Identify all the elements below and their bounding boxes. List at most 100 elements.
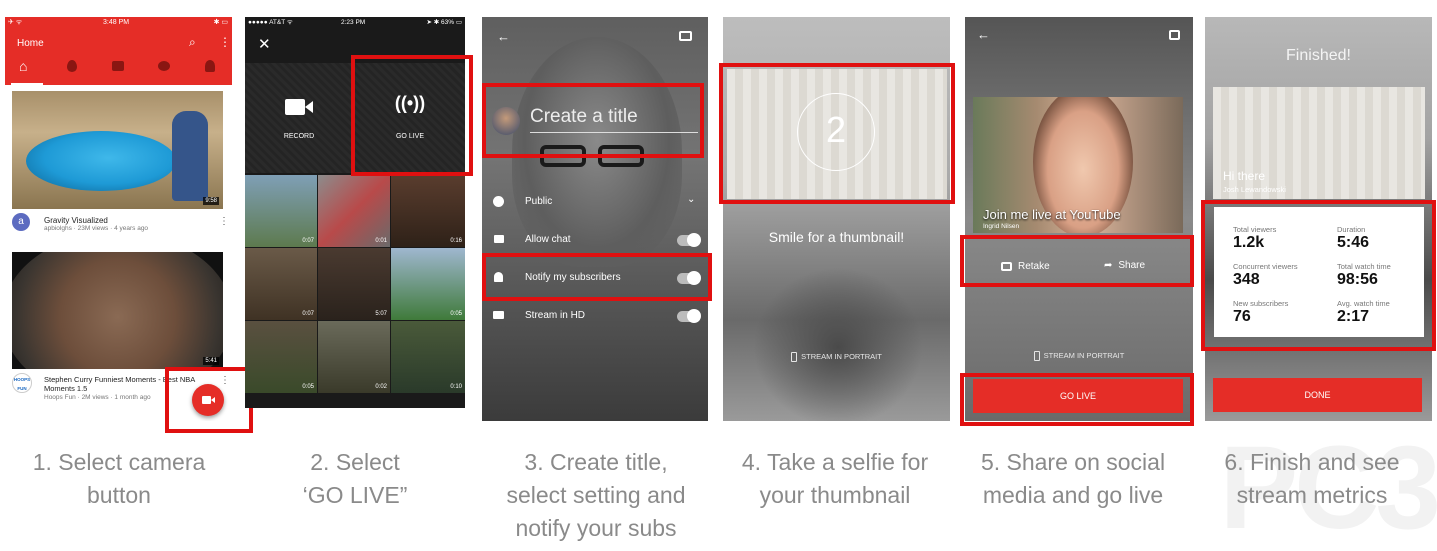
video-meta: apbiolghs · 23M views · 4 years ago — [44, 225, 149, 232]
screen-capture-mode: ●●●●● AT&T ᯤ 2:23 PM ➤ ✱ 63% ▭ ✕ RECORD … — [245, 17, 465, 408]
allow-chat-toggle[interactable] — [677, 233, 701, 247]
more-icon[interactable]: ⋮ — [219, 35, 231, 49]
subscriptions-tab-icon[interactable] — [112, 61, 124, 71]
user-avatar — [492, 107, 520, 135]
phone-icon — [791, 352, 798, 363]
caption-step-6: 6. Finish and see stream metrics — [1224, 449, 1400, 508]
stream-thumbnail: Join me live at YouTube Ingrid Nilsen — [973, 97, 1183, 233]
hi-there-label: Hi there — [1223, 169, 1266, 183]
video-menu-icon[interactable]: ⋮ — [219, 216, 229, 227]
back-arrow-icon[interactable]: ← — [497, 29, 510, 44]
caption-step-3: 3. Create title, select setting and noti… — [506, 449, 686, 541]
stream-portrait-label[interactable]: STREAM IN PORTRAIT — [723, 352, 950, 363]
video-tile[interactable]: 0:16 — [391, 175, 465, 247]
home-tab-icon[interactable]: ⌂ — [19, 58, 27, 74]
video-tile[interactable]: 0:01 — [318, 175, 390, 247]
screen-home: ✈ ᯤ 3:48 PM ✱ ▭ Home ⌕ ⋮ ⌂ 9:58 a Gravit… — [5, 17, 232, 421]
video-grid: 0:07 0:01 0:16 0:07 5:07 0:05 0:05 0:02 … — [245, 175, 465, 408]
go-live-option[interactable]: ((•)) GO LIVE — [355, 63, 465, 173]
video-tile[interactable]: 0:05 — [245, 321, 317, 393]
setting-stream-hd[interactable]: Stream in HD — [482, 307, 708, 329]
chat-icon — [494, 235, 504, 243]
video-tile[interactable]: 0:07 — [245, 175, 317, 247]
metric-concurrent-viewers: Concurrent viewers 348 — [1233, 262, 1298, 288]
glasses-image — [540, 145, 586, 167]
retake-button[interactable]: Retake — [1001, 261, 1061, 277]
camera-button[interactable] — [192, 384, 224, 416]
setting-notify-subscribers[interactable]: Notify my subscribers — [482, 269, 708, 291]
metric-total-watch-time: Total watch time 98:56 — [1337, 262, 1391, 288]
metric-new-subscribers: New subscribers 76 — [1233, 299, 1289, 325]
video-camera-icon — [285, 99, 305, 115]
caption-step-4: 4. Take a selfie for your thumbnail — [741, 449, 929, 508]
search-icon[interactable]: ⌕ — [189, 35, 196, 50]
status-bar: ●●●●● AT&T ᯤ 2:23 PM ➤ ✱ 63% ▭ — [248, 19, 462, 26]
banner-subtitle: Ingrid Nilsen — [983, 223, 1020, 230]
setting-public[interactable]: Public ⌄ — [482, 193, 708, 215]
trampoline-image — [26, 131, 176, 191]
screen-share: ← Join me live at YouTube Ingrid Nilsen … — [965, 17, 1193, 421]
phone-icon — [1033, 351, 1040, 362]
fisheye-image — [12, 252, 223, 369]
video-camera-icon — [202, 396, 211, 404]
screen-stream-setup: ← Create a title Public ⌄ Allow chat Not… — [482, 17, 708, 421]
video-tile[interactable]: 0:05 — [391, 248, 465, 320]
video-tile[interactable]: 0:02 — [318, 321, 390, 393]
go-live-button[interactable]: GO LIVE — [973, 379, 1183, 413]
video-meta: Hoops Fun · 2M views · 1 month ago — [44, 394, 151, 401]
app-header: Home ⌕ ⋮ ⌂ — [5, 29, 232, 85]
caption-step-5: 5. Share on social media and go live — [980, 449, 1166, 508]
notify-toggle[interactable] — [677, 271, 701, 285]
screen-finished: Finished! Hi there Josh Lewandowski Tota… — [1205, 17, 1432, 421]
video-title[interactable]: Stephen Curry Funniest Moments - Best NB… — [44, 375, 204, 393]
metric-duration: Duration 5:46 — [1337, 225, 1370, 251]
edit-icon[interactable] — [1169, 30, 1180, 40]
close-icon[interactable]: ✕ — [258, 35, 271, 53]
channel-avatar[interactable]: a — [12, 213, 30, 231]
active-tab-indicator — [11, 83, 43, 85]
blurred-face — [753, 267, 923, 421]
video-thumbnail[interactable]: 5:41 — [12, 252, 223, 369]
countdown-number: 2 — [825, 109, 847, 150]
setting-allow-chat[interactable]: Allow chat — [482, 231, 708, 253]
tutorial-page: ✈ ᯤ 3:48 PM ✱ ▭ Home ⌕ ⋮ ⌂ 9:58 a Gravit… — [0, 0, 1437, 551]
stream-portrait-label[interactable]: STREAM IN PORTRAIT — [965, 351, 1193, 362]
banner-title: Join me live at YouTube — [983, 207, 1121, 222]
video-tile[interactable]: 0:07 — [245, 248, 317, 320]
share-arrow-icon: ➦ — [1104, 260, 1113, 271]
screen-thumbnail-countdown: 2 Smile for a thumbnail! STREAM IN PORTR… — [723, 17, 950, 421]
status-bar: ✈ ᯤ 3:48 PM ✱ ▭ — [5, 17, 232, 29]
share-button[interactable]: ➦ Share — [1104, 260, 1164, 276]
globe-icon — [493, 196, 504, 207]
video-thumbnail[interactable]: 9:58 — [12, 91, 223, 209]
done-button[interactable]: DONE — [1213, 378, 1422, 412]
caption-step-2: 2. Select ‘GO LIVE” — [302, 449, 408, 508]
broadcast-icon: ((•)) — [394, 93, 426, 113]
smile-prompt: Smile for a thumbnail! — [768, 229, 905, 245]
finished-title: Finished! — [1286, 47, 1351, 64]
hd-toggle[interactable] — [677, 309, 701, 323]
user-name: Josh Lewandowski — [1223, 185, 1286, 194]
metric-total-viewers: Total viewers 1.2k — [1233, 225, 1277, 251]
video-tile[interactable]: 0:10 — [391, 321, 465, 393]
trending-tab-icon[interactable] — [67, 60, 77, 72]
inbox-tab-icon[interactable] — [158, 61, 170, 71]
title-input[interactable]: Create a title — [530, 105, 698, 133]
record-option[interactable]: RECORD — [245, 63, 353, 173]
person-image — [172, 111, 208, 201]
back-arrow-icon[interactable]: ← — [977, 27, 990, 42]
caption-step-1: 1. Select camera button — [32, 449, 206, 508]
hd-icon — [493, 311, 504, 319]
metric-avg-watch-time: Avg. watch time 2:17 — [1337, 299, 1390, 325]
bell-icon — [494, 272, 503, 282]
video-menu-icon[interactable]: ⋮ — [220, 375, 230, 386]
channel-avatar[interactable]: HOOPS FUN — [12, 373, 32, 393]
video-tile[interactable]: 5:07 — [318, 248, 390, 320]
video-title[interactable]: Gravity Visualized — [44, 216, 108, 225]
metrics-card: Total viewers 1.2k Duration 5:46 Concurr… — [1214, 207, 1424, 337]
account-tab-icon[interactable] — [205, 60, 215, 72]
camera-icon — [1001, 261, 1012, 271]
camera-switch-icon[interactable] — [679, 31, 692, 41]
chevron-down-icon[interactable]: ⌄ — [687, 194, 695, 205]
page-title: Home — [17, 38, 44, 49]
